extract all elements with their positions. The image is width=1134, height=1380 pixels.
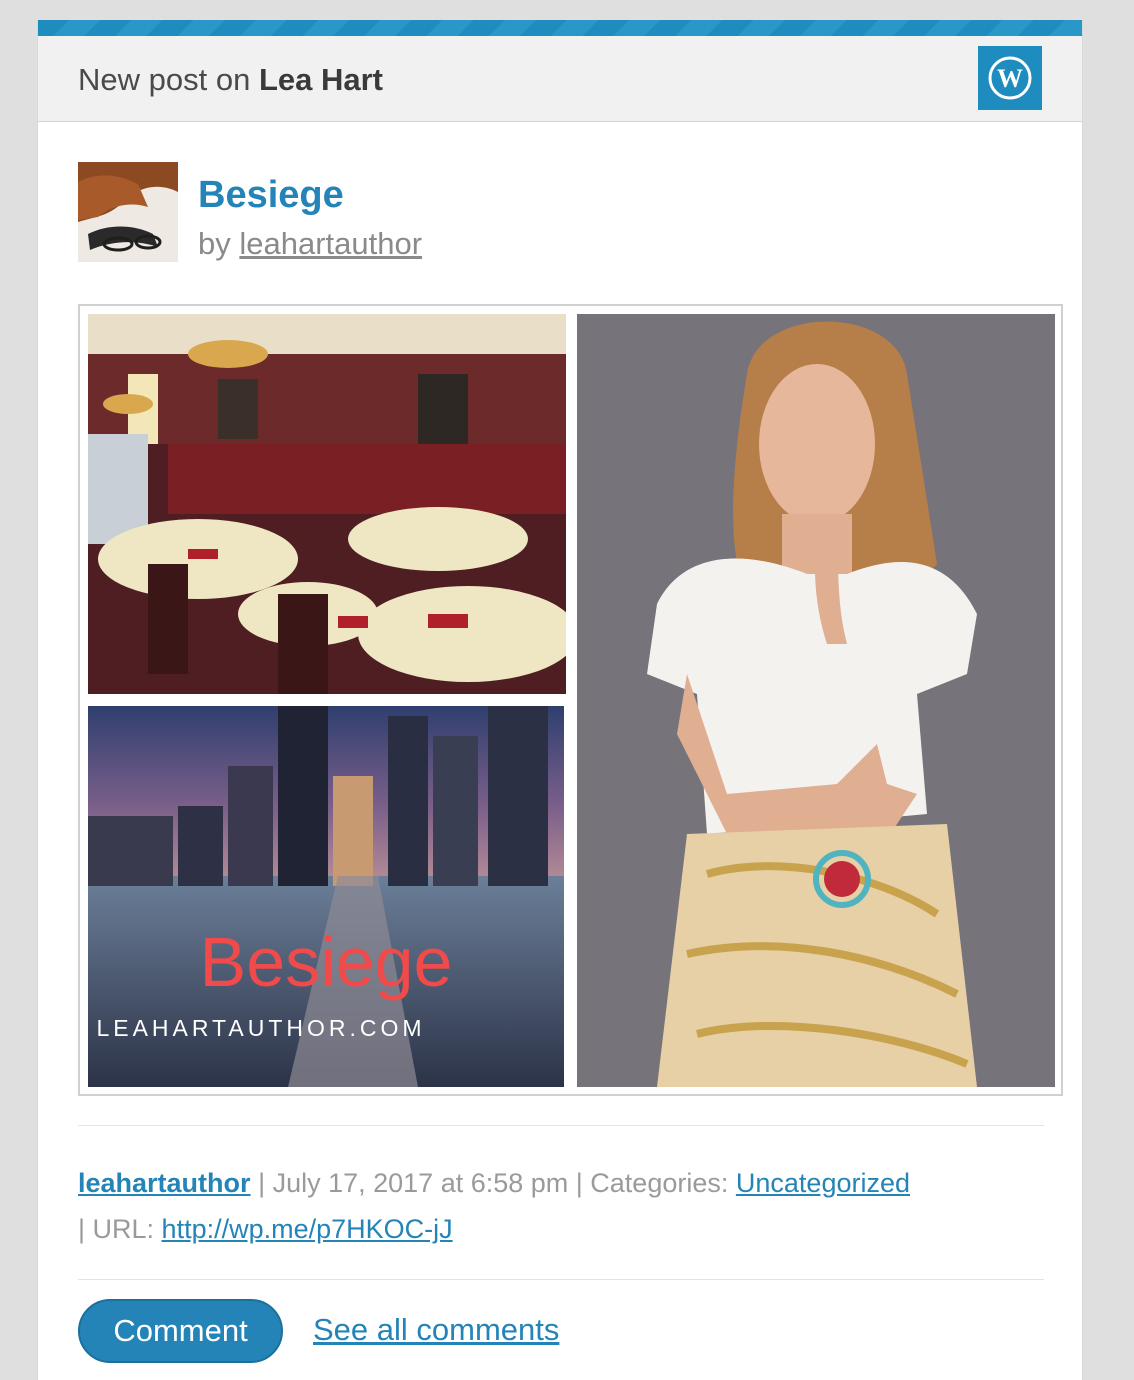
image-site-overlay: LEAHARTAUTHOR.COM <box>96 1015 425 1041</box>
city-photo: Besiege LEAHARTAUTHOR.COM <box>88 706 564 1087</box>
comment-button[interactable]: Comment <box>78 1299 283 1363</box>
category-link[interactable]: Uncategorized <box>736 1168 910 1198</box>
image-title-overlay: Besiege <box>200 923 453 1001</box>
author-link[interactable]: leahartauthor <box>239 226 422 261</box>
url-label: | URL: <box>78 1214 155 1244</box>
post-title[interactable]: Besiege <box>198 174 344 217</box>
meta-author-link[interactable]: leahartauthor <box>78 1168 251 1198</box>
notification-card: New post on Lea Hart W Besiege by leahar… <box>37 20 1083 1380</box>
meta-date: | July 17, 2017 at 6:58 pm | Categories: <box>258 1168 729 1198</box>
header-title: New post on Lea Hart <box>78 62 383 98</box>
restaurant-photo <box>88 314 566 694</box>
site-name: Lea Hart <box>258 62 383 97</box>
short-url-link[interactable]: http://wp.me/p7HKOC-jJ <box>162 1214 453 1244</box>
header-prefix: New post on <box>78 62 251 97</box>
divider-top <box>78 1125 1044 1126</box>
header: New post on Lea Hart W <box>38 36 1082 122</box>
divider-bottom <box>78 1279 1044 1280</box>
model-photo <box>577 314 1055 1087</box>
post-image[interactable]: Besiege LEAHARTAUTHOR.COM <box>78 304 1063 1096</box>
accent-stripe <box>38 20 1082 36</box>
by-label: by <box>198 226 231 261</box>
see-all-comments-link[interactable]: See all comments <box>313 1312 559 1348</box>
post-meta: leahartauthor | July 17, 2017 at 6:58 pm… <box>78 1160 1063 1252</box>
byline: by leahartauthor <box>198 226 422 262</box>
svg-text:W: W <box>997 64 1023 93</box>
wordpress-logo-icon[interactable]: W <box>978 46 1042 110</box>
author-avatar[interactable] <box>78 162 178 262</box>
